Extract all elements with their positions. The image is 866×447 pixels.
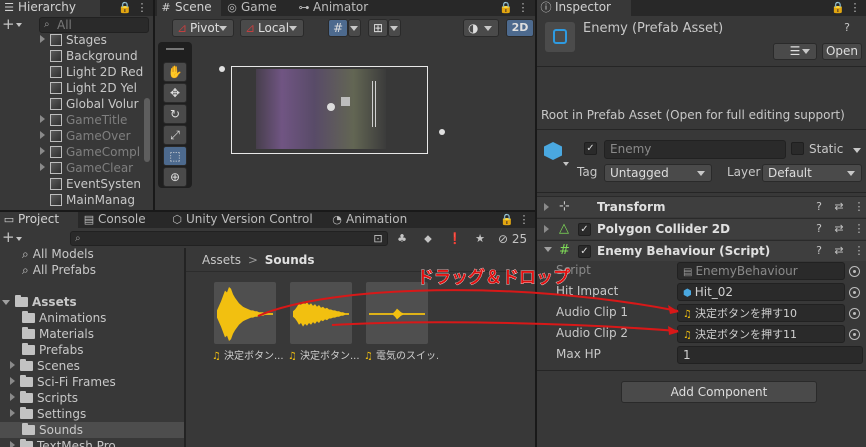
drag-drop-label: ドラッグ＆ドロップ	[417, 267, 571, 288]
drag-arrow-2	[331, 321, 679, 332]
drag-arrow-1	[257, 289, 679, 317]
drag-drop-annotation: ドラッグ＆ドロップ	[257, 267, 679, 335]
arrowhead-1	[668, 305, 679, 314]
